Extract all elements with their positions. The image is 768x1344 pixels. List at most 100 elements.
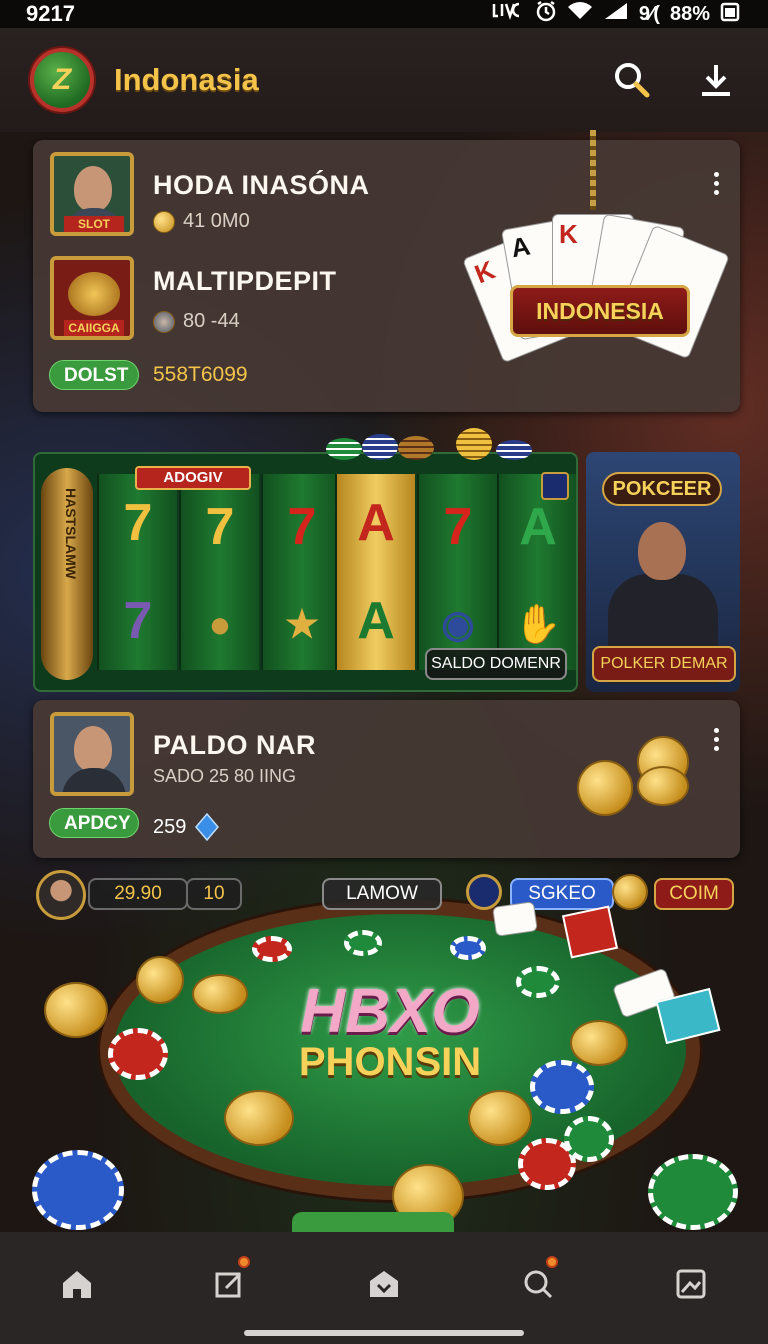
- gold-coin: [224, 1090, 294, 1146]
- slot-reel: 7 ●: [179, 474, 259, 670]
- gold-coin: [577, 760, 633, 816]
- player1-coins: 41 0M0: [153, 210, 250, 233]
- gem-count-value: 259: [153, 815, 187, 838]
- chip-stack: [362, 434, 398, 460]
- player1-name: HODA INASÓNA: [153, 170, 370, 200]
- gold-coin: [570, 1020, 628, 1066]
- slot-reel: A ✋: [497, 474, 576, 670]
- blue-chip: [530, 1060, 594, 1114]
- app-actions: [610, 58, 738, 102]
- saldo-button[interactable]: SALDO DOMENR: [425, 648, 567, 680]
- slot-reel: 7 ★: [261, 474, 341, 670]
- poker-character-head: [638, 522, 686, 580]
- hud-badge-icon[interactable]: [466, 874, 502, 910]
- wifi-icon: [567, 1, 593, 27]
- notification-dot: [238, 1256, 251, 1268]
- edit-icon[interactable]: [200, 1254, 260, 1314]
- hud-coin-button[interactable]: COIM: [654, 878, 734, 910]
- status-time: 9217: [26, 1, 75, 26]
- player-avatar[interactable]: [50, 712, 134, 796]
- gold-coin: [136, 956, 184, 1004]
- coin-stack: [456, 428, 492, 460]
- battery-icon: [720, 0, 740, 28]
- green-chip: [344, 930, 382, 956]
- more-options-icon[interactable]: [701, 724, 731, 754]
- player2-stat-value: 80 -44: [183, 310, 240, 332]
- player-subtitle: SADO 25 80 IING: [153, 766, 297, 786]
- home-icon[interactable]: [47, 1254, 107, 1314]
- app-bar: Z Indonasia: [0, 28, 768, 132]
- game-title-line2: PHONSIN: [298, 1040, 482, 1084]
- player-name: PALDO NAR: [153, 730, 316, 760]
- slot-reel: 77: [97, 474, 177, 670]
- avatar-tag: SLOT: [64, 216, 124, 232]
- hud-level: 10: [186, 878, 242, 910]
- chip-stack: [326, 438, 362, 460]
- signal-text: 9⁄(: [638, 2, 660, 25]
- slot-label: ADOGIV: [135, 466, 251, 490]
- coin-icon: [153, 210, 175, 233]
- bottom-nav: [0, 1232, 768, 1344]
- gold-coin: [637, 766, 689, 806]
- poker-title: POKCEER: [602, 472, 722, 506]
- indonesia-banner: INDONESIA: [510, 285, 690, 337]
- rail-text: HASTSLAMW: [63, 488, 79, 579]
- avatar-body: [62, 768, 126, 792]
- blue-chip: [450, 936, 486, 960]
- play-button-edge[interactable]: [292, 1212, 454, 1232]
- player1-avatar[interactable]: SLOT: [50, 152, 134, 236]
- hud-avatar[interactable]: [36, 870, 86, 920]
- player2-avatar[interactable]: CAIIGGA: [50, 256, 134, 340]
- game-title-line1: HBXO: [300, 977, 480, 1046]
- search-icon[interactable]: [508, 1254, 568, 1314]
- alarm-icon: [535, 0, 557, 28]
- hud-balance: 29.90: [88, 878, 188, 910]
- hud-coin-icon: [612, 874, 648, 910]
- gallery-icon[interactable]: [661, 1254, 721, 1314]
- chain: [590, 130, 596, 210]
- player2-name: MALTIPDEPIT: [153, 266, 337, 296]
- green-chip: [516, 966, 560, 998]
- game-hud: 29.90 10 LAMOW SGKEO COIM: [0, 870, 768, 920]
- signal-icon: [603, 1, 629, 27]
- player1-coins-value: 41 0M0: [183, 210, 250, 232]
- chip-stack: [398, 436, 434, 460]
- gem-count: 259: [153, 812, 220, 842]
- trophy-icon: [68, 272, 120, 316]
- dolst-button[interactable]: DOLST: [49, 360, 139, 390]
- search-icon[interactable]: [610, 58, 654, 102]
- green-chip: [648, 1154, 738, 1230]
- slot-reel-highlight: AA: [335, 474, 415, 670]
- logo-glyph: Z: [52, 63, 72, 96]
- status-icons: 9⁄( 88%: [491, 0, 740, 28]
- notification-dot: [545, 1256, 558, 1268]
- hud-center-button[interactable]: LAMOW: [322, 878, 442, 910]
- slot-badge-icon[interactable]: [541, 472, 569, 500]
- red-chip: [108, 1028, 168, 1080]
- poker-demar-button[interactable]: POLKER DEMAR: [592, 646, 736, 682]
- playing-cards-illustration: K A K INDONESIA: [462, 130, 730, 380]
- user-icon: [153, 310, 175, 333]
- slot-reel: 7 ◉: [417, 474, 497, 670]
- diamond-icon: [195, 812, 220, 842]
- avatar-face: [74, 726, 112, 772]
- player2-stat: 80 -44: [153, 310, 240, 333]
- nfc-icon: [491, 1, 525, 27]
- playing-card: [492, 901, 538, 937]
- home-indicator[interactable]: [244, 1330, 524, 1336]
- chip-stack: [496, 440, 532, 460]
- green-chip: [564, 1116, 614, 1162]
- download-icon[interactable]: [694, 58, 738, 102]
- balance-value: 558T6099: [153, 363, 248, 386]
- avatar-face: [74, 166, 112, 212]
- red-chip: [252, 936, 292, 962]
- app-logo[interactable]: Z: [30, 48, 94, 112]
- apdcy-button[interactable]: APDCY: [49, 808, 139, 838]
- shop-icon[interactable]: [354, 1254, 414, 1314]
- blue-chip: [32, 1150, 124, 1230]
- gold-coin: [44, 982, 108, 1038]
- battery-percent: 88%: [669, 2, 710, 25]
- app-title: Indonasia: [114, 62, 259, 97]
- avatar-tag: CAIIGGA: [64, 320, 124, 336]
- player-card[interactable]: PALDO NAR SADO 25 80 IING APDCY 259: [33, 700, 740, 858]
